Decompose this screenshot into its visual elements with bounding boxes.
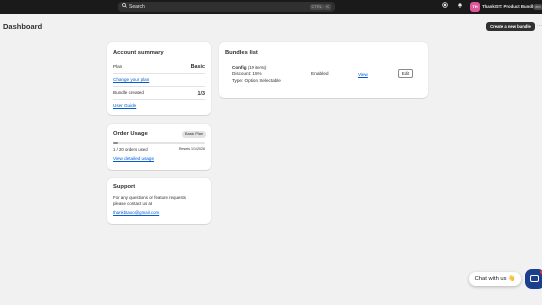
store-name: ThankIST: Product Bundles bbox=[482, 4, 538, 9]
bundles-list-card: Bundles list Config (19 items) Discount:… bbox=[219, 42, 428, 98]
resets-text: Resets 1/1/2026 bbox=[178, 147, 205, 151]
order-usage-title: Order Usage bbox=[113, 131, 148, 137]
bell-icon[interactable] bbox=[455, 2, 465, 12]
chat-launcher-button[interactable] bbox=[525, 269, 542, 289]
support-card: Support For any questions or feature req… bbox=[107, 178, 211, 224]
avatar: TH bbox=[470, 2, 480, 12]
plan-badge: Basic Plan bbox=[182, 131, 206, 138]
change-plan-link[interactable]: Change your plan bbox=[113, 77, 149, 82]
orders-used-text: 1 / 20 orders used bbox=[113, 147, 148, 152]
bundles-created-label: Bundle created bbox=[113, 90, 144, 95]
chat-with-us-button[interactable]: Chat with us 👋 bbox=[469, 272, 521, 286]
create-bundle-button[interactable]: Create a new bundle bbox=[486, 22, 535, 31]
bundle-name: Config bbox=[232, 65, 247, 70]
support-title: Support bbox=[113, 184, 136, 190]
bundles-list-title: Bundles list bbox=[225, 50, 258, 56]
store-badge: dev bbox=[533, 4, 542, 10]
usage-progress-bar bbox=[113, 142, 205, 144]
store-switcher[interactable]: TH ThankIST: Product Bundles dev bbox=[469, 1, 542, 13]
bundle-type: Type: Option Selectable bbox=[232, 78, 281, 83]
edit-bundle-button[interactable]: Edit bbox=[398, 69, 413, 78]
bundle-status: Enabled bbox=[311, 72, 329, 77]
search-bar[interactable]: Search CTRL K bbox=[118, 2, 335, 12]
order-usage-card: Order Usage Basic Plan 1 / 20 orders use… bbox=[107, 124, 211, 170]
view-bundle-link[interactable]: View bbox=[358, 72, 368, 77]
bundles-created-value: 1/3 bbox=[197, 91, 206, 97]
chat-bubble-icon bbox=[530, 275, 539, 282]
more-actions-button[interactable]: ⋯ bbox=[537, 22, 542, 31]
view-usage-link[interactable]: View detailed usage bbox=[113, 156, 154, 161]
support-text-line2: please contact us at bbox=[113, 201, 153, 206]
usage-progress-fill bbox=[113, 142, 118, 144]
search-icon bbox=[122, 2, 128, 12]
page-title: Dashboard bbox=[3, 22, 43, 31]
top-bar: Search CTRL K TH ThankIST: Product Bundl… bbox=[0, 0, 542, 14]
shortcut-ctrl-key: CTRL bbox=[309, 4, 324, 10]
support-email-link[interactable]: thankbtaoo@gmail.com bbox=[113, 210, 159, 215]
bundle-item-count: (19 items) bbox=[247, 65, 267, 70]
bundle-discount: Discount: 15% bbox=[232, 71, 262, 76]
plan-value: Basic bbox=[190, 64, 205, 70]
divider bbox=[113, 99, 205, 100]
account-summary-card: Account summary Plan Basic Change your p… bbox=[107, 42, 211, 115]
support-text-line1: For any questions or feature requests bbox=[113, 195, 186, 200]
user-guide-link[interactable]: User Guide bbox=[113, 103, 136, 108]
divider bbox=[113, 86, 205, 87]
bundle-name-line: Config (19 items) bbox=[232, 65, 266, 70]
plan-label: Plan bbox=[113, 64, 123, 69]
shortcut-k-key: K bbox=[324, 4, 331, 10]
search-label: Search bbox=[129, 4, 145, 10]
store-icon[interactable] bbox=[440, 2, 450, 12]
account-summary-title: Account summary bbox=[113, 50, 164, 56]
divider bbox=[113, 73, 205, 74]
